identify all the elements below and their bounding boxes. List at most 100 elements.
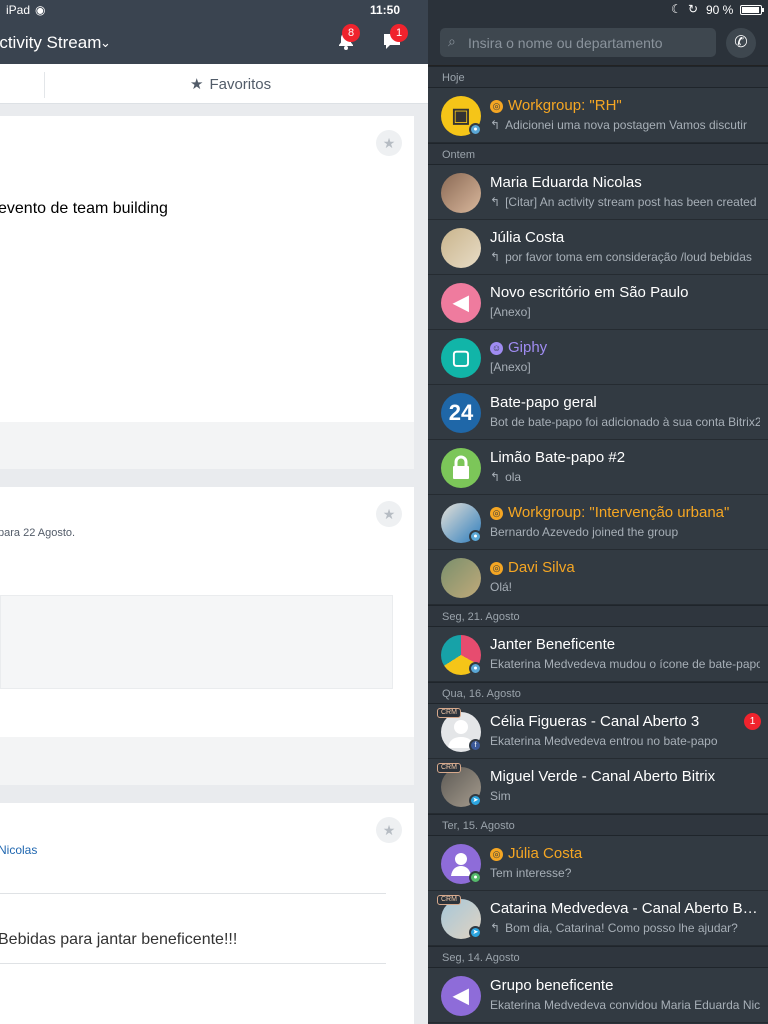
search-icon: ⌕ xyxy=(448,33,456,49)
chat-title: ☺ Giphy xyxy=(490,339,548,356)
chat-item-julia-costa[interactable]: ● ◎ Júlia Costa Tem interesse? xyxy=(428,836,768,891)
section-header: Ontem xyxy=(428,143,768,165)
chat-preview: Sim xyxy=(490,789,511,803)
search-input[interactable] xyxy=(468,28,708,57)
chat-preview: ↰ ola xyxy=(490,470,522,484)
chat-item-novo-escritorio[interactable]: ◀ Novo escritório em São Paulo [Anexo] xyxy=(428,275,768,330)
chat-item-julia[interactable]: Júlia Costa ↰ por favor toma em considera… xyxy=(428,220,768,275)
globe-icon: ◎ xyxy=(490,507,503,520)
moon-icon: ☾ xyxy=(671,2,682,16)
chat-list-pane: ⌕ ✆ Hoje ▣ ● ◎Workgroup: "RH" ↰Adicionei… xyxy=(428,20,768,1024)
lock-icon xyxy=(441,448,481,488)
messages-badge: 1 xyxy=(390,24,408,42)
page-title[interactable]: Activity Stream xyxy=(0,33,101,53)
post-date: para 22 Agosto. xyxy=(0,527,76,539)
chat-title: Grupo beneficente xyxy=(490,977,614,994)
section-header: Seg, 21. Agosto xyxy=(428,605,768,627)
chat-title: Limão Bate-papo #2 xyxy=(490,449,626,466)
chat-title: ◎ Davi Silva xyxy=(490,559,760,576)
crm-badge: CRM xyxy=(437,763,461,773)
chat-item-intervencao-urbana[interactable]: ● ◎ Workgroup: "Intervenção urbana" Berna… xyxy=(428,495,768,550)
divider xyxy=(0,893,386,894)
star-icon: ★ xyxy=(190,76,204,93)
chat-title: Célia Figueras - Canal Aberto 3 xyxy=(490,713,700,730)
chat-preview: Bernardo Azevedo joined the group xyxy=(490,525,679,539)
chat-preview: ↰ [Citar] An activity stream post has bee… xyxy=(490,195,757,209)
chat-title: Novo escritório em São Paulo xyxy=(490,284,689,301)
device-name: iPad xyxy=(6,3,31,17)
search-image-icon: ▢ xyxy=(441,338,481,378)
megaphone-icon: ◀ xyxy=(441,976,481,1016)
chat-preview: ↰ por favor toma em consideração /loud be… xyxy=(490,250,752,264)
section-header: Qua, 16. Agosto xyxy=(428,682,768,704)
post-author-link[interactable]: Nicolas xyxy=(0,843,37,857)
search-box[interactable]: ⌕ xyxy=(440,28,716,57)
tab-favorites-label: Favoritos xyxy=(209,76,272,93)
chat-search-bar: ⌕ ✆ xyxy=(428,20,768,66)
chat-preview: Bot de bate-papo foi adicionado à sua co… xyxy=(490,415,760,429)
unread-badge: 1 xyxy=(744,713,761,730)
favorite-star-icon[interactable]: ★ xyxy=(376,501,402,527)
reply-icon: ↰ xyxy=(490,921,501,935)
chat-item-catarina[interactable]: CRM ➤ Catarina Medvedeva - Canal Aberto … xyxy=(428,891,768,946)
chat-item-rh[interactable]: ▣ ● ◎ Workgroup: "RH" ↰ Adicionei uma nova… xyxy=(428,88,768,143)
telegram-icon: ➤ xyxy=(469,926,482,939)
favorite-star-icon[interactable]: ★ xyxy=(376,817,402,843)
status-bar-right: ☾ ↻ 90 % xyxy=(428,0,768,20)
chat-preview: Tem interesse? xyxy=(490,866,572,880)
activity-header: Activity Stream ⌄ xyxy=(0,20,428,64)
group-badge-icon: ● xyxy=(469,123,482,136)
post-footer xyxy=(0,737,414,785)
crm-badge: CRM xyxy=(437,708,461,718)
chevron-down-icon[interactable]: ⌄ xyxy=(100,35,111,51)
bot-icon: ☺ xyxy=(490,342,503,355)
chat-item-celia[interactable]: CRM f Célia Figueras - Canal Aberto 3 1 … xyxy=(428,704,768,759)
chat-item-limao[interactable]: Limão Bate-papo #2 ↰ ola xyxy=(428,440,768,495)
bitrix24-logo-icon: 24 xyxy=(441,393,481,433)
tab-divider xyxy=(44,72,45,98)
feed-post-card[interactable]: ★ Nicolas Bebidas para jantar beneficent… xyxy=(0,803,414,1024)
chat-item-giphy[interactable]: ▢ ☺ Giphy [Anexo] xyxy=(428,330,768,385)
feed-gutter xyxy=(414,104,428,1024)
avatar xyxy=(441,558,481,598)
section-header: Seg, 14. Agosto xyxy=(428,946,768,968)
chat-item-bate-papo-geral[interactable]: 24 Bate-papo geral Bot de bate-papo foi … xyxy=(428,385,768,440)
app-root: iPad ◉ 11:50 ☾ ↻ 90 % Activity Stream ⌄ … xyxy=(0,0,768,1024)
group-badge-icon: ● xyxy=(469,662,482,675)
chat-title: ◎ Workgroup: "RH" xyxy=(490,97,760,114)
chat-title: Bate-papo geral xyxy=(490,394,597,411)
chat-item-janter[interactable]: ● Janter Beneficente Ekaterina Medvedeva… xyxy=(428,627,768,682)
chat-item-davi[interactable]: ◎ Davi Silva Olá! xyxy=(428,550,768,605)
chat-item-grupo-beneficente[interactable]: ◀ Grupo beneficente Ekaterina Medvedeva … xyxy=(428,968,768,1023)
chat-preview: Ekaterina Medvedeva entrou no bate-papo xyxy=(490,734,718,748)
megaphone-icon: ◀ xyxy=(441,283,481,323)
reply-icon: ↰ xyxy=(490,118,501,132)
feed-post-card[interactable]: ★ para 22 Agosto. xyxy=(0,487,414,737)
phone-icon[interactable]: ✆ xyxy=(726,28,756,58)
status-bar-left: iPad ◉ 11:50 xyxy=(0,0,428,20)
chat-preview: [Anexo] xyxy=(490,305,531,319)
chat-title: ◎ Júlia Costa xyxy=(490,845,760,862)
tab-favorites[interactable]: ★ Favoritos xyxy=(190,75,271,93)
globe-icon: ◎ xyxy=(490,848,503,861)
chat-preview: Olá! xyxy=(490,580,513,594)
network-icon: ● xyxy=(469,871,482,884)
wifi-icon: ◉ xyxy=(35,3,46,17)
chat-title: Júlia Costa xyxy=(490,229,565,246)
globe-icon: ◎ xyxy=(490,100,503,113)
feed-post-card[interactable]: ★ evento de team building xyxy=(0,116,414,422)
chat-list: Hoje ▣ ● ◎ Workgroup: "RH" ↰ Adicionei uma… xyxy=(428,66,768,1023)
chat-title: Janter Beneficente xyxy=(490,636,616,653)
feed-tabs: ★ Favoritos xyxy=(0,64,428,104)
reply-icon: ↰ xyxy=(490,470,501,484)
rotation-lock-icon: ↻ xyxy=(688,2,699,16)
clock: 11:50 xyxy=(370,3,401,17)
crm-badge: CRM xyxy=(437,895,461,905)
favorite-star-icon[interactable]: ★ xyxy=(376,130,402,156)
chat-preview: Ekaterina Medvedeva mudou o ícone de bat… xyxy=(490,657,760,671)
chat-item-maria[interactable]: Maria Eduarda Nicolas ↰ [Citar] An activi… xyxy=(428,165,768,220)
globe-icon: ◎ xyxy=(490,562,503,575)
avatar xyxy=(441,173,481,213)
section-header: Ter, 15. Agosto xyxy=(428,814,768,836)
chat-item-miguel[interactable]: CRM ➤ Miguel Verde - Canal Aberto Bitrix… xyxy=(428,759,768,814)
